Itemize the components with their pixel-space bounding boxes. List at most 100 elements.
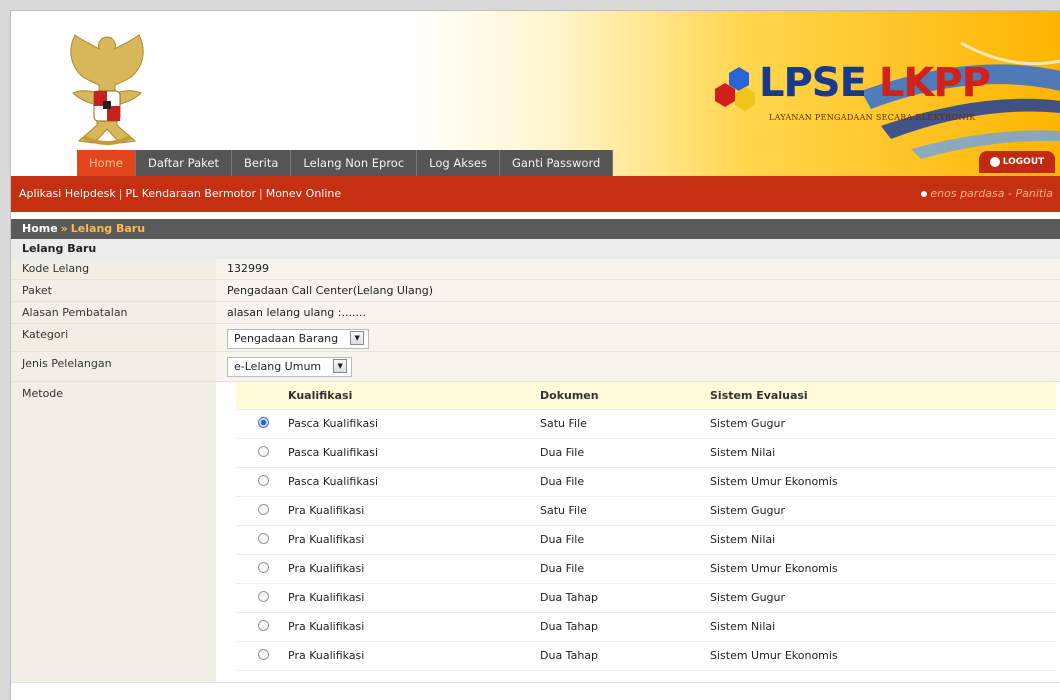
label-kode-lelang: Kode Lelang bbox=[11, 259, 216, 279]
metode-radio-cell bbox=[258, 555, 276, 583]
metode-radio[interactable] bbox=[258, 417, 269, 428]
metode-radio[interactable] bbox=[258, 475, 269, 486]
header-sistem-evaluasi: Sistem Evaluasi bbox=[710, 389, 808, 402]
label-kategori: Kategori bbox=[11, 324, 216, 351]
logo-lpse: LPSE bbox=[759, 60, 867, 106]
cell-kualifikasi: Pra Kualifikasi bbox=[288, 591, 365, 604]
metode-radio[interactable] bbox=[258, 446, 269, 457]
metode-radio[interactable] bbox=[258, 649, 269, 660]
cell-kualifikasi: Pasca Kualifikasi bbox=[288, 417, 379, 430]
label-alasan-pembatalan: Alasan Pembatalan bbox=[11, 302, 216, 323]
cell-sistem-evaluasi: Sistem Nilai bbox=[710, 446, 776, 459]
garuda-emblem-icon bbox=[70, 34, 144, 145]
cell-sistem-evaluasi: Sistem Umur Ekonomis bbox=[710, 649, 838, 662]
metode-row[interactable]: Pra Kualifikasi Dua Tahap Sistem Umur Ekon… bbox=[236, 642, 1056, 671]
cell-dokumen: Dua Tahap bbox=[540, 649, 599, 662]
cell-sistem-evaluasi: Sistem Gugur bbox=[710, 591, 786, 604]
tab-log-akses[interactable]: Log Akses bbox=[417, 150, 500, 176]
cell-kualifikasi: Pasca Kualifikasi bbox=[288, 475, 379, 488]
cell-kualifikasi: Pra Kualifikasi bbox=[288, 504, 365, 517]
metode-row[interactable]: Pasca Kualifikasi Dua File Sistem Umur Eko… bbox=[236, 468, 1056, 497]
tab-daftar-paket[interactable]: Daftar Paket bbox=[135, 150, 232, 176]
cell-kualifikasi: Pra Kualifikasi bbox=[288, 562, 365, 575]
metode-radio[interactable] bbox=[258, 562, 269, 573]
metode-radio[interactable] bbox=[258, 533, 269, 544]
metode-radio-cell bbox=[258, 642, 276, 670]
separator: | bbox=[118, 187, 123, 200]
lpse-logo: LPSE LKPP LAYANAN PENGADAAN SECARA ELEKT… bbox=[701, 53, 1031, 141]
cell-dokumen: Dua File bbox=[540, 533, 585, 546]
link-aplikasi-helpdesk[interactable]: Aplikasi Helpdesk bbox=[19, 187, 116, 200]
metode-radio-cell bbox=[258, 497, 276, 525]
label-jenis-pelelangan: Jenis Pelelangan bbox=[11, 352, 216, 381]
breadcrumb-current: Lelang Baru bbox=[70, 222, 146, 235]
jenis-selected: e-Lelang Umum bbox=[234, 360, 322, 373]
chevron-down-icon: ▼ bbox=[350, 331, 365, 345]
metode-row[interactable]: Pra Kualifikasi Satu File Sistem Gugur bbox=[236, 497, 1056, 526]
metode-row[interactable]: Pra Kualifikasi Dua File Sistem Umur Ekono… bbox=[236, 555, 1056, 584]
value-paket: Pengadaan Call Center(Lelang Ulang) bbox=[216, 280, 1060, 301]
sub-navigation-bar: Aplikasi Helpdesk | PL Kendaraan Bermotor |… bbox=[11, 176, 1060, 212]
tab-lelang-non-eproc[interactable]: Lelang Non Eproc bbox=[291, 150, 418, 176]
logo-tagline: LAYANAN PENGADAAN SECARA ELEKTRONIK bbox=[769, 113, 976, 122]
metode-row[interactable]: Pasca Kualifikasi Satu File Sistem Gugur bbox=[236, 410, 1056, 439]
metode-radio[interactable] bbox=[258, 591, 269, 602]
label-metode: Metode bbox=[11, 382, 216, 682]
cell-sistem-evaluasi: Sistem Nilai bbox=[710, 533, 776, 546]
metode-radio-cell bbox=[258, 613, 276, 641]
metode-row[interactable]: Pasca Kualifikasi Dua File Sistem Nilai bbox=[236, 439, 1056, 468]
cell-dokumen: Satu File bbox=[540, 417, 587, 430]
metode-row[interactable]: Pra Kualifikasi Dua Tahap Sistem Nilai bbox=[236, 613, 1056, 642]
value-kode-lelang: 132999 bbox=[216, 259, 1060, 279]
breadcrumb-separator: » bbox=[60, 222, 68, 235]
metode-radio[interactable] bbox=[258, 504, 269, 515]
metode-row[interactable]: Pra Kualifikasi Dua Tahap Sistem Gugur bbox=[236, 584, 1056, 613]
metode-radio[interactable] bbox=[258, 620, 269, 631]
logout-button[interactable]: LOGOUT bbox=[979, 151, 1055, 173]
metode-radio-cell bbox=[258, 526, 276, 554]
row-paket: Paket Pengadaan Call Center(Lelang Ulang… bbox=[11, 280, 1060, 302]
lelang-form: Kode Lelang 132999 Paket Pengadaan Call … bbox=[11, 259, 1060, 683]
link-monev-online[interactable]: Monev Online bbox=[266, 187, 341, 200]
value-alasan-pembatalan: alasan lelang ulang :....... bbox=[216, 302, 1060, 323]
user-name: enos pardasa - Panitia bbox=[930, 187, 1053, 200]
metode-row[interactable]: Pra Kualifikasi Dua File Sistem Nilai bbox=[236, 526, 1056, 555]
tab-berita[interactable]: Berita bbox=[231, 150, 292, 176]
row-jenis-pelelangan: Jenis Pelelangan e-Lelang Umum ▼ bbox=[11, 352, 1060, 382]
jenis-pelelangan-select[interactable]: e-Lelang Umum ▼ bbox=[227, 357, 353, 377]
tab-ganti-password[interactable]: Ganti Password bbox=[499, 150, 614, 176]
section-title-text: Lelang Baru bbox=[22, 242, 97, 255]
metode-radio-cell bbox=[258, 410, 276, 438]
cell-dokumen: Dua Tahap bbox=[540, 591, 599, 604]
metode-table: Kualifikasi Dokumen Sistem Evaluasi Pasc… bbox=[236, 382, 1056, 671]
logout-label: LOGOUT bbox=[1002, 157, 1045, 167]
metode-radio-cell bbox=[258, 468, 276, 496]
header-dokumen: Dokumen bbox=[540, 389, 599, 402]
link-pl-kendaraan-bermotor[interactable]: PL Kendaraan Bermotor bbox=[125, 187, 256, 200]
breadcrumb-home[interactable]: Home bbox=[22, 222, 58, 235]
cell-kualifikasi: Pra Kualifikasi bbox=[288, 649, 365, 662]
kategori-selected: Pengadaan Barang bbox=[234, 332, 339, 345]
site-header: LPSE LKPP LAYANAN PENGADAAN SECARA ELEKT… bbox=[11, 11, 1060, 176]
cell-kualifikasi: Pasca Kualifikasi bbox=[288, 446, 379, 459]
value-jenis-cell: e-Lelang Umum ▼ bbox=[216, 352, 1060, 381]
logo-text: LPSE LKPP bbox=[759, 59, 991, 107]
cell-sistem-evaluasi: Sistem Gugur bbox=[710, 417, 786, 430]
cell-sistem-evaluasi: Sistem Umur Ekonomis bbox=[710, 475, 838, 488]
cell-dokumen: Dua Tahap bbox=[540, 620, 599, 633]
cell-dokumen: Dua File bbox=[540, 475, 585, 488]
tab-home[interactable]: Home bbox=[77, 150, 136, 176]
metode-table-header: Kualifikasi Dokumen Sistem Evaluasi bbox=[236, 382, 1056, 410]
logo-lkpp: LKPP bbox=[878, 60, 991, 106]
cell-sistem-evaluasi: Sistem Gugur bbox=[710, 504, 786, 517]
cell-sistem-evaluasi: Sistem Umur Ekonomis bbox=[710, 562, 838, 575]
chevron-down-icon: ▼ bbox=[333, 359, 348, 373]
row-kode-lelang: Kode Lelang 132999 bbox=[11, 259, 1060, 280]
metode-radio-cell bbox=[258, 439, 276, 467]
kategori-select[interactable]: Pengadaan Barang ▼ bbox=[227, 329, 370, 349]
cell-kualifikasi: Pra Kualifikasi bbox=[288, 620, 365, 633]
browser-viewport: LPSE LKPP LAYANAN PENGADAAN SECARA ELEKT… bbox=[10, 10, 1060, 700]
label-paket: Paket bbox=[11, 280, 216, 301]
cell-dokumen: Dua File bbox=[540, 562, 585, 575]
cell-kualifikasi: Pra Kualifikasi bbox=[288, 533, 365, 546]
